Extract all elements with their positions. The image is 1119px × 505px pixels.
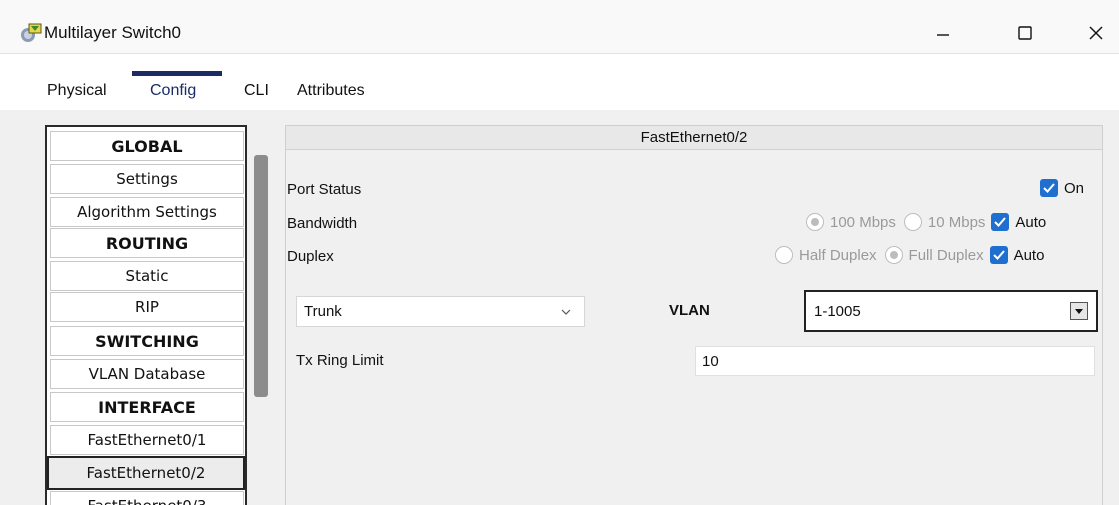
tab-config[interactable]: Config — [150, 82, 196, 100]
bandwidth-100-radio[interactable] — [806, 213, 824, 231]
half-duplex-label: Half Duplex — [799, 246, 877, 264]
half-duplex-radio[interactable] — [775, 246, 793, 264]
close-icon — [1089, 26, 1103, 40]
maximize-icon — [1018, 26, 1032, 40]
full-duplex-label: Full Duplex — [908, 246, 984, 264]
panel-title: FastEthernet0/2 — [286, 126, 1102, 150]
tab-strip: Physical Config CLI Attributes — [0, 54, 1119, 113]
chevron-down-icon — [561, 309, 571, 315]
tab-cli[interactable]: CLI — [244, 82, 269, 100]
port-mode-value: Trunk — [304, 303, 342, 320]
active-tab-indicator — [132, 71, 222, 76]
minimize-icon — [937, 34, 949, 36]
checkmark-icon — [1043, 183, 1055, 193]
duplex-label: Duplex — [287, 248, 334, 265]
bandwidth-auto-checkbox[interactable] — [991, 213, 1010, 231]
port-status-on-label: On — [1064, 179, 1085, 197]
tab-attributes[interactable]: Attributes — [297, 82, 365, 100]
tx-ring-limit-value: 10 — [702, 352, 719, 370]
checkmark-icon — [994, 217, 1007, 227]
nav-header-global: GLOBAL — [50, 131, 244, 161]
bandwidth-auto-label: Auto — [1015, 213, 1047, 231]
duplex-auto-label: Auto — [1013, 246, 1045, 264]
port-mode-select[interactable]: Trunk — [296, 296, 585, 327]
dropdown-arrow-icon — [1075, 309, 1083, 314]
config-nav-list: GLOBAL Settings Algorithm Settings ROUTI… — [45, 125, 247, 505]
multilayer-switch-icon — [20, 22, 42, 44]
window-title: Multilayer Switch0 — [44, 23, 181, 42]
full-duplex-radio[interactable] — [884, 246, 903, 264]
nav-header-switching: SWITCHING — [50, 326, 244, 356]
vlan-label: VLAN — [669, 302, 710, 319]
vlan-combobox[interactable]: 1-1005 — [804, 290, 1098, 332]
minimize-button[interactable] — [923, 18, 963, 48]
nav-item-vlan-database[interactable]: VLAN Database — [50, 359, 244, 389]
vlan-dropdown-button[interactable] — [1070, 302, 1088, 320]
tab-physical[interactable]: Physical — [47, 82, 107, 100]
checkmark-icon — [992, 250, 1005, 260]
nav-header-interface: INTERFACE — [50, 392, 244, 422]
title-bar: Multilayer Switch0 — [0, 0, 1119, 54]
nav-item-fastethernet0-2[interactable]: FastEthernet0/2 — [47, 456, 245, 490]
vlan-value: 1-1005 — [814, 302, 861, 320]
tx-ring-limit-input[interactable]: 10 — [695, 346, 1095, 376]
nav-item-settings[interactable]: Settings — [50, 164, 244, 194]
close-button[interactable] — [1076, 18, 1116, 48]
nav-item-fastethernet0-3[interactable]: FastEthernet0/3 — [50, 491, 244, 505]
bandwidth-100-label: 100 Mbps — [830, 213, 896, 231]
maximize-button[interactable] — [1005, 18, 1045, 48]
bandwidth-10-radio[interactable] — [903, 213, 922, 231]
duplex-options: Half Duplex Full Duplex Auto — [775, 246, 1044, 264]
bandwidth-10-label: 10 Mbps — [927, 213, 986, 231]
port-status-checkbox[interactable] — [1040, 179, 1058, 197]
nav-item-rip[interactable]: RIP — [50, 292, 244, 322]
duplex-auto-checkbox[interactable] — [989, 246, 1008, 264]
nav-scrollbar-thumb[interactable] — [254, 155, 268, 397]
bandwidth-options: 100 Mbps 10 Mbps Auto — [806, 213, 1046, 231]
nav-item-algorithm-settings[interactable]: Algorithm Settings — [50, 197, 244, 227]
port-status-control: On — [1040, 179, 1084, 197]
tx-ring-limit-label: Tx Ring Limit — [296, 352, 384, 369]
nav-header-routing: ROUTING — [50, 228, 244, 258]
app-window: Multilayer Switch0 Physical Config CLI A… — [0, 0, 1119, 505]
bandwidth-label: Bandwidth — [287, 215, 358, 232]
nav-item-fastethernet0-1[interactable]: FastEthernet0/1 — [50, 425, 244, 455]
nav-item-static[interactable]: Static — [50, 261, 244, 291]
port-status-label: Port Status — [287, 181, 362, 198]
